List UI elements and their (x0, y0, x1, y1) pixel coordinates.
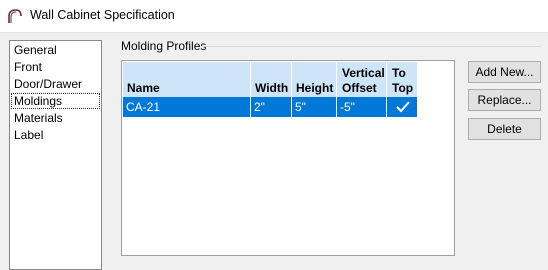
cell-name[interactable]: CA-21 (123, 97, 251, 117)
column-header-vertical-offset[interactable]: Vertical Offset (337, 62, 387, 97)
molding-profiles-label: Molding Profiles (121, 39, 207, 53)
sidebar-item-door-drawer[interactable]: Door/Drawer (11, 76, 100, 92)
title-bar: Wall Cabinet Specification (0, 0, 548, 33)
column-header-width[interactable]: Width (251, 62, 292, 97)
molding-profiles-table[interactable]: Name Width Height Vertical Offset To Top… (121, 60, 455, 256)
sidebar-item-label[interactable]: Label (11, 127, 100, 143)
column-header-to-top[interactable]: To Top (387, 62, 417, 97)
column-header-height[interactable]: Height (292, 62, 337, 97)
sidebar-item-moldings[interactable]: Moldings (11, 93, 100, 109)
sidebar-item-general[interactable]: General (11, 42, 100, 58)
add-new-button[interactable]: Add New... (468, 61, 541, 83)
delete-button[interactable]: Delete (468, 118, 541, 140)
category-list[interactable]: General Front Door/Drawer Moldings Mater… (9, 40, 102, 270)
cell-vertical-offset[interactable]: -5" (337, 97, 387, 117)
column-header-name[interactable]: Name (123, 62, 251, 97)
checkmark-icon[interactable] (396, 101, 410, 113)
group-divider (201, 46, 541, 47)
cell-width[interactable]: 2" (251, 97, 292, 117)
replace-button[interactable]: Replace... (468, 89, 541, 111)
window-title: Wall Cabinet Specification (30, 8, 175, 22)
cabinet-arch-icon (8, 9, 22, 23)
cell-height[interactable]: 5" (292, 97, 337, 117)
sidebar-item-front[interactable]: Front (11, 59, 100, 75)
sidebar-item-materials[interactable]: Materials (11, 110, 100, 126)
